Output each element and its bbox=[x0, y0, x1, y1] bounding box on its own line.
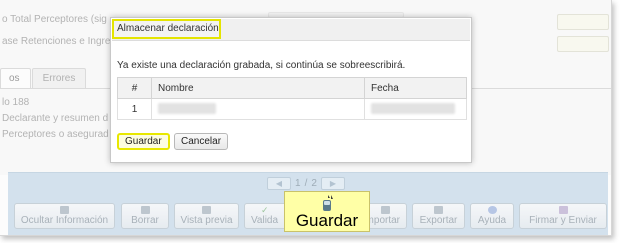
table-row[interactable]: 1 bbox=[117, 98, 467, 120]
guardar-toolbar-button-callout[interactable]: Guardar bbox=[284, 191, 370, 232]
guardar-callout-label: Guardar bbox=[295, 211, 359, 230]
dialog-message: Ya existe una declaración grabada, si co… bbox=[117, 60, 406, 71]
row-date-cell bbox=[364, 98, 467, 120]
guardar-button[interactable]: Guardar bbox=[117, 133, 170, 150]
dialog-title: Almacenar declaración bbox=[112, 19, 221, 39]
redacted-date bbox=[371, 103, 455, 115]
column-header-number: # bbox=[117, 77, 152, 99]
cancelar-button[interactable]: Cancelar bbox=[174, 133, 229, 150]
redacted-name bbox=[158, 103, 216, 115]
column-header-nombre: Nombre bbox=[151, 77, 365, 99]
table-header-row: # Nombre Fecha bbox=[117, 77, 467, 99]
row-name-cell bbox=[151, 98, 365, 120]
column-header-fecha: Fecha bbox=[364, 77, 467, 99]
almacenar-declaracion-dialog: Almacenar declaración Ya existe una decl… bbox=[110, 17, 472, 163]
row-number: 1 bbox=[117, 98, 152, 120]
save-disk-icon bbox=[323, 195, 333, 211]
declarations-table: # Nombre Fecha 1 bbox=[117, 77, 467, 120]
